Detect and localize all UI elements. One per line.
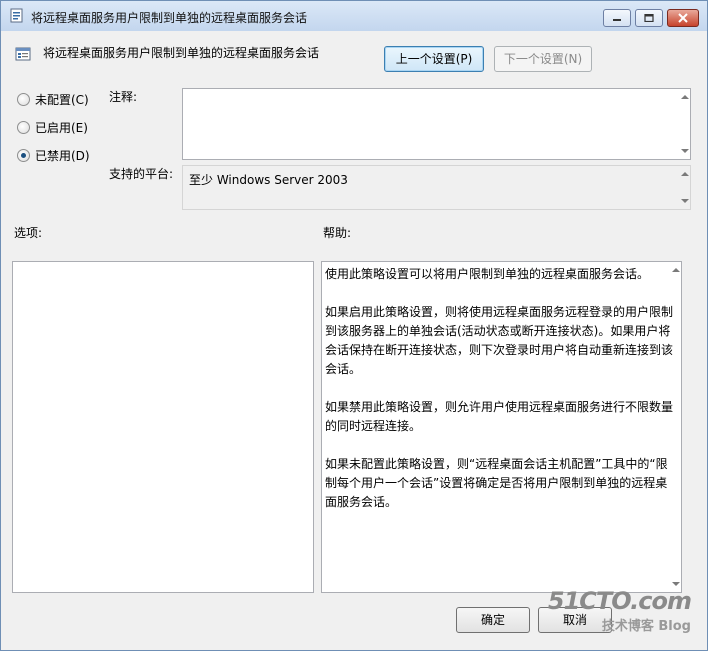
watermark: 51CTO.com 技术博客 Blog <box>547 587 692 634</box>
radio-label: 未配置(C) <box>35 93 89 107</box>
scroll-down-icon[interactable] <box>681 149 689 153</box>
comment-scrollbar[interactable] <box>678 89 690 159</box>
radio-selected-dot <box>21 153 26 158</box>
platform-scrollbar[interactable] <box>678 166 690 209</box>
help-paragraph: 如果启用此策略设置，则将使用远程桌面服务远程登录的用户限制到该服务器上的单独会话… <box>325 305 674 376</box>
close-button[interactable] <box>667 9 699 27</box>
options-panel <box>12 261 314 593</box>
watermark-site: 51CTO.com <box>547 587 692 615</box>
maximize-icon <box>644 14 654 22</box>
scroll-up-icon[interactable] <box>681 95 689 99</box>
help-text: 使用此策略设置可以将用户限制到单独的远程桌面服务会话。 如果启用此策略设置，则将… <box>325 265 677 531</box>
radio-circle <box>17 121 30 134</box>
window-title: 将远程桌面服务用户限制到单独的远程桌面服务会话 <box>31 11 308 25</box>
scroll-up-icon[interactable] <box>672 268 680 272</box>
ok-button[interactable]: 确定 <box>456 607 530 633</box>
watermark-blog-cn: 技术博客 <box>601 619 654 634</box>
scroll-up-icon[interactable] <box>681 172 689 176</box>
platform-field: 至少 Windows Server 2003 <box>182 165 691 210</box>
comment-textarea[interactable] <box>182 88 691 160</box>
radio-label: 已禁用(D) <box>35 149 90 163</box>
policy-name: 将远程桌面服务用户限制到单独的远程桌面服务会话 <box>43 46 320 60</box>
help-panel[interactable]: 使用此策略设置可以将用户限制到单独的远程桌面服务会话。 如果启用此策略设置，则将… <box>321 261 682 593</box>
radio-circle <box>17 149 30 162</box>
help-scrollbar[interactable] <box>669 262 681 592</box>
radio-circle <box>17 93 30 106</box>
policy-icon <box>10 8 23 23</box>
scroll-down-icon[interactable] <box>672 582 680 586</box>
platform-value: 至少 Windows Server 2003 <box>189 173 348 187</box>
options-label: 选项: <box>14 226 43 240</box>
maximize-button[interactable] <box>635 9 663 27</box>
radio-label: 已启用(E) <box>35 121 88 135</box>
minimize-button[interactable] <box>603 9 631 27</box>
dialog-client-area: 将远程桌面服务用户限制到单独的远程桌面服务会话 上一个设置(P) 下一个设置(N… <box>5 31 703 646</box>
watermark-blog-en: Blog <box>658 619 691 634</box>
next-setting-button[interactable]: 下一个设置(N) <box>494 46 592 72</box>
platform-label: 支持的平台: <box>109 167 174 181</box>
radio-disabled[interactable]: 已禁用(D) <box>17 147 147 165</box>
minimize-icon <box>613 19 621 21</box>
close-icon <box>678 13 688 23</box>
policy-dialog-window: 将远程桌面服务用户限制到单独的远程桌面服务会话 将远程桌面服务用户限制到单独的远… <box>0 0 708 651</box>
setting-icon <box>15 47 31 61</box>
help-paragraph: 使用此策略设置可以将用户限制到单独的远程桌面服务会话。 <box>325 267 650 281</box>
radio-enabled[interactable]: 已启用(E) <box>17 119 147 137</box>
help-paragraph: 如果未配置此策略设置，则“远程桌面会话主机配置”工具中的“限制每个用户一个会话”… <box>325 457 668 509</box>
title-bar[interactable]: 将远程桌面服务用户限制到单独的远程桌面服务会话 <box>1 1 707 31</box>
scroll-down-icon[interactable] <box>681 199 689 203</box>
help-paragraph: 如果禁用此策略设置，则允许用户使用远程桌面服务进行不限数量的同时远程连接。 <box>325 400 674 433</box>
comment-label: 注释: <box>109 90 138 104</box>
help-label: 帮助: <box>323 226 352 240</box>
previous-setting-button[interactable]: 上一个设置(P) <box>384 46 484 72</box>
